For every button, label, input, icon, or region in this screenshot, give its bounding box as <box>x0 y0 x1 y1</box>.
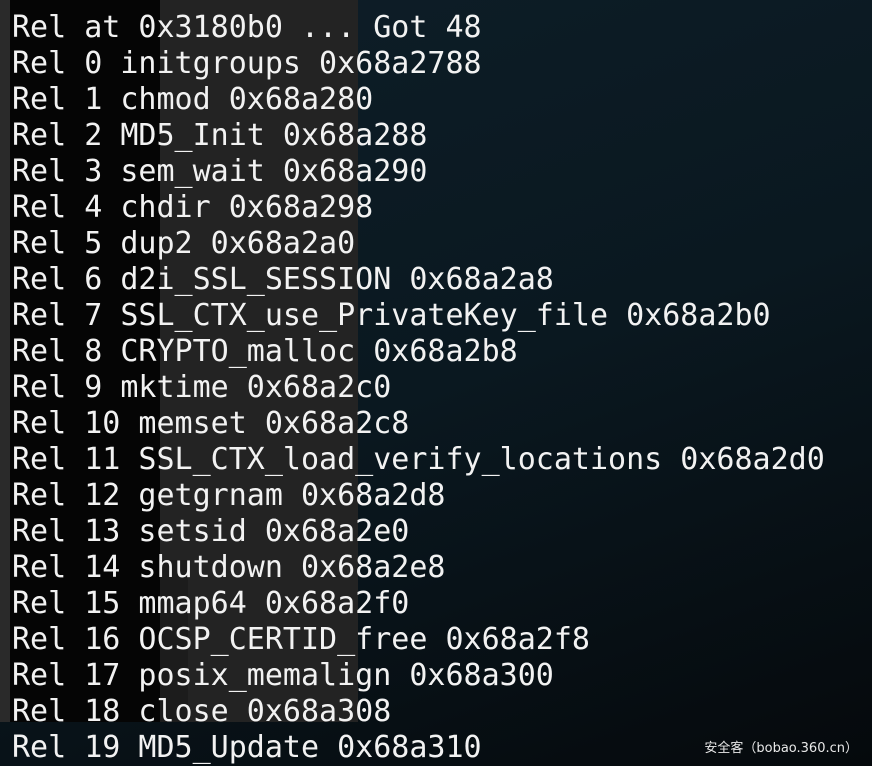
terminal-line: Rel 0 initgroups 0x68a2788 <box>12 46 482 81</box>
terminal-line: Rel 14 shutdown 0x68a2e8 <box>12 550 446 585</box>
terminal-line: Rel 8 CRYPTO_malloc 0x68a2b8 <box>12 334 518 369</box>
terminal-line: Rel 11 SSL_CTX_load_verify_locations 0x6… <box>12 442 825 477</box>
terminal-output: Rel at 0x3180b0 ... Got 48 Rel 0 initgrou… <box>12 10 825 766</box>
terminal-line: Rel 9 mktime 0x68a2c0 <box>12 370 392 405</box>
terminal-line: Rel 12 getgrnam 0x68a2d8 <box>12 478 446 513</box>
terminal-line: Rel 3 sem_wait 0x68a290 <box>12 154 428 189</box>
terminal-line: Rel 10 memset 0x68a2c8 <box>12 406 410 441</box>
terminal-line: Rel 6 d2i_SSL_SESSION 0x68a2a8 <box>12 262 554 297</box>
terminal-line: Rel 19 MD5_Update 0x68a310 <box>12 730 482 765</box>
terminal-line: Rel 7 SSL_CTX_use_PrivateKey_file 0x68a2… <box>12 298 771 333</box>
terminal-line: Rel 5 dup2 0x68a2a0 <box>12 226 356 261</box>
terminal-line: Rel 16 OCSP_CERTID_free 0x68a2f8 <box>12 622 590 657</box>
terminal-line: Rel 18 close 0x68a308 <box>12 694 392 729</box>
terminal-line: Rel 15 mmap64 0x68a2f0 <box>12 586 410 621</box>
terminal-line: Rel at 0x3180b0 ... Got 48 <box>12 10 482 45</box>
terminal-line: Rel 1 chmod 0x68a280 <box>12 82 374 117</box>
watermark: 安全客（bobao.360.cn） <box>704 741 858 756</box>
terminal-line: Rel 17 posix_memalign 0x68a300 <box>12 658 554 693</box>
terminal-line: Rel 4 chdir 0x68a298 <box>12 190 374 225</box>
terminal-line: Rel 13 setsid 0x68a2e0 <box>12 514 410 549</box>
terminal-line: Rel 2 MD5_Init 0x68a288 <box>12 118 428 153</box>
background-window-edge <box>0 0 10 722</box>
